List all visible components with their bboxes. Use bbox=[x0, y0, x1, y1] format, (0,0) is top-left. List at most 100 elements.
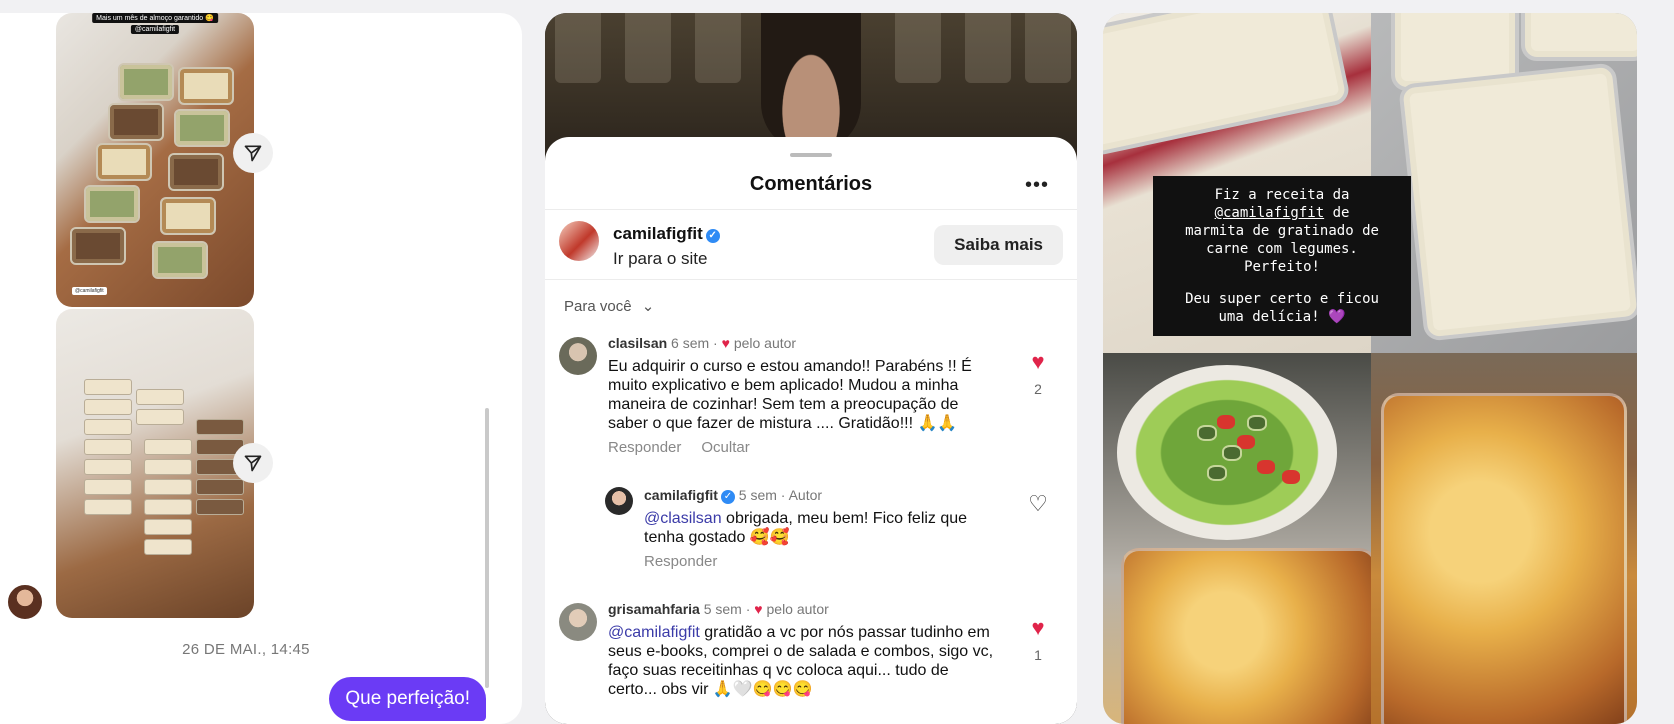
stacked-container bbox=[196, 499, 244, 515]
meal-container bbox=[160, 197, 216, 235]
stacked-container bbox=[144, 499, 192, 515]
comments-sheet: Comentários ••• camilafigfit ✓ Ir para o … bbox=[545, 137, 1077, 724]
comment-header: grisamahfaria 5 sem · ♥ pelo autor bbox=[608, 601, 829, 617]
like-control[interactable]: ♡ bbox=[1023, 493, 1053, 515]
reply-avatar[interactable] bbox=[605, 487, 633, 515]
heart-icon: ♥ bbox=[754, 601, 763, 617]
baked-gratin bbox=[1121, 548, 1371, 724]
send-icon bbox=[244, 455, 262, 472]
meal-container bbox=[178, 67, 234, 105]
story-line: Fiz a receita da bbox=[1214, 187, 1350, 203]
story-text-overlay: Fiz a receita da @camilafigfit de marmit… bbox=[1153, 176, 1411, 336]
baking-dish bbox=[1103, 13, 1352, 158]
shelf-jar bbox=[625, 13, 671, 83]
like-control[interactable]: ♥ 1 bbox=[1023, 617, 1053, 664]
stacked-container bbox=[84, 499, 132, 515]
mention-link[interactable]: @clasilsan bbox=[644, 510, 722, 527]
ad-username-text: camilafigfit bbox=[613, 224, 703, 243]
story-mention[interactable]: @camilafigfit bbox=[1215, 205, 1325, 221]
tomato bbox=[1217, 415, 1235, 429]
reply-button[interactable]: Responder bbox=[644, 553, 717, 570]
salad-plate bbox=[1117, 365, 1337, 540]
comment-avatar[interactable] bbox=[559, 337, 597, 375]
filter-label: Para você bbox=[564, 298, 632, 315]
baked-gratin bbox=[1381, 393, 1627, 724]
verified-badge-icon: ✓ bbox=[705, 229, 720, 243]
ad-username[interactable]: camilafigfit ✓ bbox=[613, 224, 720, 244]
stacked-container bbox=[144, 539, 192, 555]
shared-story-meal-prep-image[interactable]: Mais um mês de almoço garantido 😋 @camil… bbox=[56, 13, 254, 307]
stacked-container bbox=[84, 439, 132, 455]
baking-dish bbox=[1398, 62, 1637, 342]
stacked-container bbox=[84, 459, 132, 475]
cucumber bbox=[1197, 425, 1217, 441]
comment-time: 5 sem bbox=[703, 601, 742, 617]
sender-avatar[interactable] bbox=[6, 583, 44, 621]
story-caption-handle: @camilafigfit bbox=[130, 25, 180, 34]
reply-text: @clasilsan obrigada, meu bem! Fico feliz… bbox=[644, 509, 999, 547]
comment-avatar[interactable] bbox=[559, 603, 597, 641]
comment-username[interactable]: grisamahfaria bbox=[608, 601, 700, 617]
shelf-jar bbox=[555, 13, 601, 83]
cucumber bbox=[1222, 445, 1242, 461]
shelf-jar bbox=[1025, 13, 1071, 83]
more-options-icon[interactable]: ••• bbox=[1025, 175, 1049, 195]
reply-time: 5 sem bbox=[738, 487, 777, 503]
meal-container bbox=[152, 241, 208, 279]
heart-filled-icon[interactable]: ♥ bbox=[1023, 617, 1053, 639]
story-line: uma delícia! 💜 bbox=[1218, 309, 1346, 325]
heart-filled-icon[interactable]: ♥ bbox=[1023, 351, 1053, 373]
reply-username[interactable]: camilafigfit bbox=[644, 487, 718, 503]
stacked-container bbox=[136, 389, 184, 405]
stacked-container bbox=[144, 479, 192, 495]
comment-actions: Responder Ocultar bbox=[608, 439, 770, 456]
share-story-button[interactable] bbox=[233, 133, 273, 173]
stacked-container bbox=[144, 439, 192, 455]
mention-link[interactable]: @camilafigfit bbox=[608, 624, 700, 641]
author-badge: Autor bbox=[788, 487, 823, 503]
like-control[interactable]: ♥ 2 bbox=[1023, 351, 1053, 398]
chevron-down-icon: ⌄ bbox=[641, 298, 655, 315]
shared-story-containers-image[interactable] bbox=[56, 309, 254, 618]
stacked-container bbox=[84, 379, 132, 395]
learn-more-button[interactable]: Saiba mais bbox=[934, 225, 1063, 265]
share-story-button[interactable] bbox=[233, 443, 273, 483]
comment-username[interactable]: clasilsan bbox=[608, 335, 667, 351]
reply-button[interactable]: Responder bbox=[608, 439, 681, 456]
photo-gratin-closeup bbox=[1371, 353, 1637, 724]
like-count: 1 bbox=[1034, 647, 1042, 663]
sent-message-bubble[interactable]: Que perfeição! bbox=[329, 677, 486, 721]
dm-conversation-panel: Mais um mês de almoço garantido 😋 @camil… bbox=[0, 13, 522, 724]
stacked-container bbox=[84, 399, 132, 415]
stacked-container bbox=[84, 419, 132, 435]
story-collage-panel: Fiz a receita da @camilafigfit de marmit… bbox=[1103, 13, 1637, 724]
ad-subtitle[interactable]: Ir para o site bbox=[613, 249, 708, 269]
like-count: 2 bbox=[1034, 381, 1042, 397]
meal-container bbox=[174, 109, 230, 147]
story-line-suffix: de bbox=[1324, 205, 1350, 221]
meal-container bbox=[84, 185, 140, 223]
cucumber bbox=[1207, 465, 1227, 481]
story-line: Perfeito! bbox=[1244, 259, 1320, 275]
meal-container bbox=[70, 227, 126, 265]
meal-container bbox=[168, 153, 224, 191]
meal-container bbox=[96, 143, 152, 181]
reply-actions: Responder bbox=[644, 553, 737, 570]
reply-header: camilafigfit ✓ 5 sem · Autor bbox=[644, 487, 823, 504]
liked-by-author: pelo autor bbox=[766, 601, 829, 617]
story-line: Deu super certo e ficou bbox=[1185, 291, 1379, 307]
ad-avatar[interactable] bbox=[559, 221, 599, 261]
shelf-jar bbox=[965, 13, 1011, 83]
comments-panel: Comentários ••• camilafigfit ✓ Ir para o … bbox=[545, 13, 1077, 724]
scrollbar[interactable] bbox=[485, 408, 489, 688]
stacked-container bbox=[196, 479, 244, 495]
drag-handle[interactable] bbox=[790, 153, 832, 157]
comment-filter-dropdown[interactable]: Para você ⌄ bbox=[564, 297, 654, 315]
hide-button[interactable]: Ocultar bbox=[701, 439, 749, 456]
meal-container bbox=[108, 103, 164, 141]
photo-salad-gratin bbox=[1103, 353, 1371, 724]
heart-outline-icon[interactable]: ♡ bbox=[1023, 493, 1053, 515]
cucumber bbox=[1247, 415, 1267, 431]
story-handle-tag: @camilafigfit bbox=[72, 287, 107, 295]
